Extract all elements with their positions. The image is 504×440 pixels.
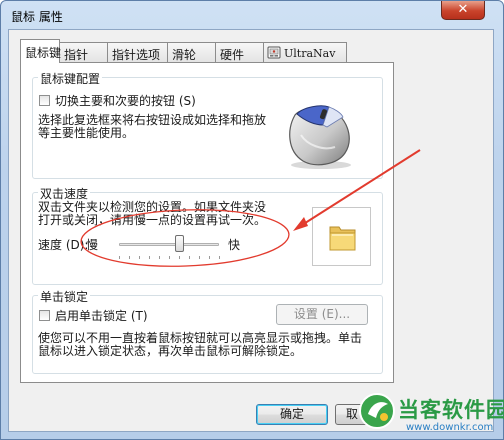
slider-tick	[119, 256, 120, 259]
tab-wheel[interactable]: 滑轮	[167, 42, 216, 62]
tab-ultranav[interactable]: UltraNav	[263, 42, 347, 62]
tab-label: 指针选项	[112, 48, 161, 62]
speed-label: 速度 (D):	[38, 238, 89, 252]
double-click-test-area[interactable]	[312, 207, 371, 266]
tab-label: 鼠标键	[25, 46, 62, 60]
watermark-url: www.downkr.com	[406, 422, 494, 433]
close-button[interactable]: ✕	[441, 1, 485, 20]
fast-label: 快	[228, 238, 241, 252]
ok-button[interactable]: 确定	[256, 404, 328, 425]
click-lock-checkbox[interactable]	[39, 310, 50, 321]
switch-buttons-label[interactable]: 切换主要和次要的按钮 (S)	[55, 94, 196, 108]
tab-label: UltraNav	[284, 47, 336, 60]
tab-label: 滑轮	[172, 48, 197, 62]
tab-hardware[interactable]: 硬件	[215, 42, 264, 62]
slider-tick	[199, 256, 200, 259]
slider-tick	[219, 256, 220, 259]
slider-tick	[169, 256, 170, 259]
slider-tick	[139, 256, 140, 259]
mouse-icon	[277, 87, 361, 171]
slow-label: 慢	[86, 238, 99, 252]
slider-tick	[209, 256, 210, 259]
switch-buttons-description-1: 选择此复选框来将右按钮设成如选择和拖放	[38, 113, 267, 127]
ultranav-icon	[267, 46, 281, 59]
slider-tick	[149, 256, 150, 259]
site-watermark: 当客软件园 www.downkr.com	[358, 388, 504, 440]
slider-tick	[129, 256, 130, 259]
double-click-speed-thumb[interactable]	[175, 235, 184, 252]
click-lock-title: 单击锁定	[38, 288, 91, 305]
watermark-logo-icon	[358, 392, 396, 430]
mouse-buttons-panel: 鼠标键配置 切换主要和次要的按钮 (S) 选择此复选框来将右按钮设成如选择和拖放…	[20, 62, 394, 383]
tab-label: 硬件	[220, 48, 245, 62]
slider-tick	[159, 256, 160, 259]
tab-label: 指针	[64, 48, 89, 62]
button-config-title: 鼠标键配置	[38, 70, 103, 87]
double-click-description-2: 打开或关闭，请用慢一点的设置再试一次。	[38, 213, 267, 227]
double-click-description-1: 双击文件夹以检测您的设置。如果文件夹没	[38, 200, 267, 214]
slider-tick	[189, 256, 190, 259]
switch-buttons-description-2: 等主要性能使用。	[38, 126, 135, 140]
switch-buttons-checkbox[interactable]	[39, 95, 50, 106]
click-lock-description-2: 鼠标以进入锁定状态，再次单击鼠标可解除锁定。	[38, 344, 303, 358]
click-lock-label[interactable]: 启用单击锁定 (T)	[55, 309, 148, 323]
tab-pointers[interactable]: 指针	[59, 42, 108, 62]
close-icon: ✕	[457, 2, 469, 17]
double-click-speed-slider[interactable]	[119, 243, 219, 246]
watermark-site-name: 当客软件园	[398, 398, 504, 422]
tab-mouse-buttons[interactable]: 鼠标键	[20, 39, 62, 63]
slider-tick	[179, 256, 180, 259]
click-lock-settings-button[interactable]: 设置 (E)...	[276, 304, 368, 325]
window-title: 鼠标 属性	[11, 10, 63, 24]
click-lock-description-1: 使您可以不用一直按着鼠标按钮就可以高亮显示或拖拽。单击	[38, 331, 363, 345]
tab-pointer-options[interactable]: 指针选项	[107, 42, 168, 62]
folder-icon[interactable]	[326, 221, 360, 255]
